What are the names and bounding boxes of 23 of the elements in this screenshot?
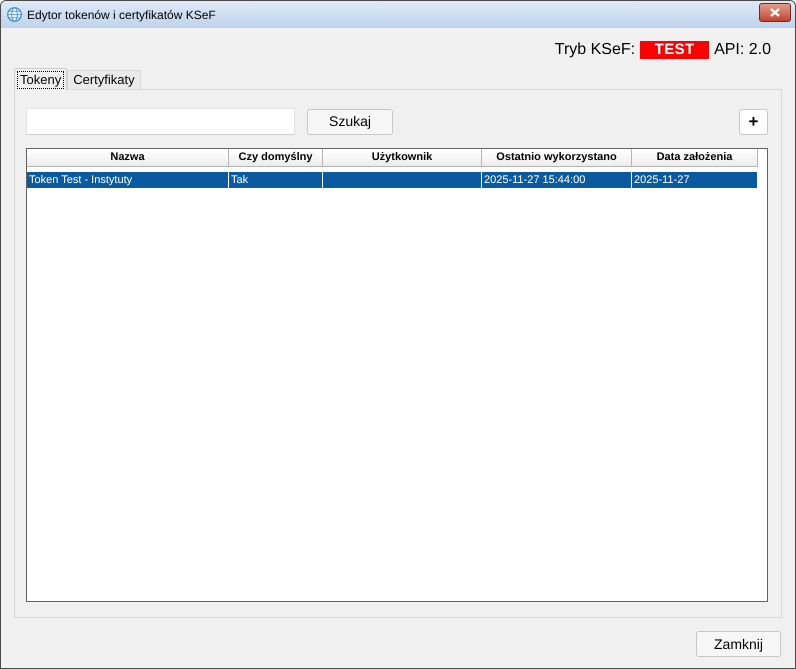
mode-label: Tryb KSeF: xyxy=(554,40,636,60)
add-button[interactable]: + xyxy=(739,108,768,134)
tab[interactable]: Certyfikaty xyxy=(67,70,141,89)
tab[interactable]: Tokeny xyxy=(14,68,68,90)
column-header[interactable]: Czy domyślny xyxy=(229,149,323,167)
globe-icon xyxy=(7,7,22,22)
search-field[interactable] xyxy=(26,108,295,135)
close-icon xyxy=(770,8,780,17)
table-cell: 2025-11-27 15:44:00 xyxy=(482,172,632,188)
column-header[interactable]: Nazwa xyxy=(27,149,229,167)
column-header[interactable]: Użytkownik xyxy=(323,149,482,167)
mode-badge: TEST xyxy=(640,41,710,59)
close-dialog-button[interactable]: Zamknij xyxy=(696,631,781,657)
api-version: API: 2.0 xyxy=(714,40,771,60)
column-header[interactable]: Ostatnio wykorzystano xyxy=(482,149,632,167)
column-header[interactable]: Data założenia xyxy=(632,149,758,167)
table-row[interactable]: Token Test - Instytuty Tak 2025-11-27 15:44:00 2025-11-27 xyxy=(27,172,758,188)
close-button[interactable] xyxy=(759,3,791,22)
table-cell: 2025-11-27 xyxy=(632,172,758,188)
table-cell: Tak xyxy=(229,172,323,188)
window-title: Edytor tokenów i certyfikatów KSeF xyxy=(27,6,216,24)
search-button[interactable]: Szukaj xyxy=(307,108,393,134)
table-cell: Token Test - Instytuty xyxy=(27,172,229,188)
